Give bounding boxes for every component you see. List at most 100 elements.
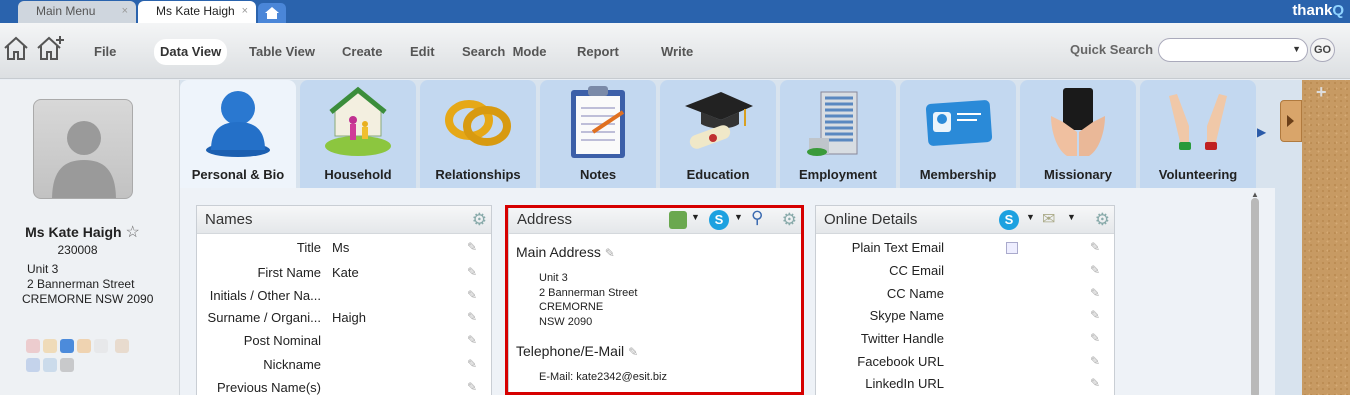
edit-pencil-icon[interactable]: ✎ xyxy=(628,345,638,359)
address-line-2: 2 Bannerman Street xyxy=(27,277,135,291)
home-add-icon[interactable] xyxy=(36,35,66,61)
menu-report[interactable]: Report xyxy=(571,39,625,65)
search-icon[interactable]: ⚲ xyxy=(751,208,763,228)
close-icon[interactable]: × xyxy=(122,1,128,22)
online-card-header: Online Details S ▼ ✉ ▼ ⚙ xyxy=(816,206,1114,234)
tab-main-menu[interactable]: Main Menu × xyxy=(18,1,136,23)
address-line-3: CREMORNE NSW 2090 xyxy=(22,292,154,306)
quick-search-input[interactable]: ▼ xyxy=(1158,38,1308,62)
edit-pencil-icon[interactable]: ✎ xyxy=(467,380,477,394)
details-panels: Names ⚙ Title Ms ✎ First Name Kate ✎ Initial… xyxy=(180,188,1275,395)
status-icon[interactable] xyxy=(60,339,74,353)
status-icon[interactable] xyxy=(26,358,40,372)
home-icon[interactable] xyxy=(3,35,29,61)
field-value[interactable]: Kate xyxy=(332,265,359,280)
chevron-down-icon[interactable]: ▼ xyxy=(691,212,700,222)
category-label: Notes xyxy=(579,167,617,182)
category-membership[interactable]: Membership xyxy=(900,80,1016,188)
edit-pencil-icon[interactable]: ✎ xyxy=(467,265,477,279)
status-icon[interactable] xyxy=(26,339,40,353)
tab-ms-kate-haigh[interactable]: Ms Kate Haigh × xyxy=(138,1,256,23)
field-value[interactable]: Haigh xyxy=(332,310,366,325)
field-title: Title Ms ✎ xyxy=(197,240,491,262)
category-relationships[interactable]: Relationships xyxy=(420,80,536,188)
telephone-email-heading: Telephone/E-Mail ✎ xyxy=(516,343,638,359)
go-button[interactable]: GO xyxy=(1310,38,1335,62)
office-building-icon xyxy=(807,91,858,156)
vertical-scrollbar[interactable] xyxy=(1251,198,1259,395)
category-label: Household xyxy=(324,167,392,182)
chevron-down-icon[interactable]: ▼ xyxy=(1292,44,1301,54)
person-bust-icon xyxy=(206,91,270,157)
edit-pencil-icon[interactable]: ✎ xyxy=(467,310,477,324)
brand-text: thank xyxy=(1292,2,1333,19)
edit-pencil-icon[interactable]: ✎ xyxy=(467,357,477,371)
clipboard-icon xyxy=(571,86,625,158)
gear-icon[interactable]: ⚙ xyxy=(472,210,487,230)
contact-id: 230008 xyxy=(57,243,98,257)
card-title: Address xyxy=(517,211,573,228)
main-menu-bar: File Data View Table View Create Edit Se… xyxy=(0,23,1350,79)
address-line-1: Unit 3 xyxy=(27,262,59,276)
menu-table-view[interactable]: Table View xyxy=(243,39,321,65)
favourite-star-icon[interactable]: ☆ xyxy=(126,224,140,241)
status-icon[interactable] xyxy=(77,339,91,353)
edit-pencil-icon[interactable]: ✎ xyxy=(1090,286,1100,300)
home-tab-button[interactable] xyxy=(258,3,286,23)
corkboard-toggle-handle[interactable] xyxy=(1280,100,1302,142)
edit-pencil-icon[interactable]: ✎ xyxy=(467,333,477,347)
raised-hands-icon xyxy=(1169,94,1227,150)
field-cc-name: CC Name ✎ xyxy=(816,286,1114,308)
close-icon[interactable]: × xyxy=(242,1,248,22)
gear-icon[interactable]: ⚙ xyxy=(1095,210,1110,230)
category-personal-bio[interactable]: Personal & Bio xyxy=(180,80,296,188)
skype-icon[interactable]: S xyxy=(999,210,1019,230)
chevron-down-icon[interactable]: ▼ xyxy=(1026,212,1035,222)
menu-data-view[interactable]: Data View xyxy=(154,39,228,65)
email-icon[interactable]: ✉ xyxy=(1042,209,1055,229)
category-household[interactable]: Household xyxy=(300,80,416,188)
menu-file[interactable]: File xyxy=(88,39,122,65)
edit-pencil-icon[interactable]: ✎ xyxy=(467,240,477,254)
ribbon-scroll-right-icon[interactable]: ▶ xyxy=(1257,125,1266,139)
category-volunteering[interactable]: Volunteering xyxy=(1140,80,1256,188)
status-icon[interactable] xyxy=(60,358,74,372)
category-missionary[interactable]: Missionary xyxy=(1020,80,1136,188)
add-icon[interactable]: + xyxy=(1316,82,1327,103)
status-icon[interactable] xyxy=(114,339,129,353)
field-label: Skype Name xyxy=(869,308,944,323)
record-content: Personal & Bio Household Relationships N… xyxy=(180,80,1302,395)
edit-pencil-icon[interactable]: ✎ xyxy=(1090,354,1100,368)
checkbox[interactable] xyxy=(1006,242,1018,254)
category-notes[interactable]: Notes xyxy=(540,80,656,188)
chevron-down-icon[interactable]: ▼ xyxy=(734,212,743,222)
menu-write[interactable]: Write xyxy=(655,39,699,65)
edit-pencil-icon[interactable]: ✎ xyxy=(467,288,477,302)
category-employment[interactable]: Employment xyxy=(780,80,896,188)
menu-search-mode[interactable]: Search Mode xyxy=(456,39,553,65)
edit-pencil-icon[interactable]: ✎ xyxy=(1090,263,1100,277)
house-family-icon xyxy=(325,86,391,156)
menu-edit[interactable]: Edit xyxy=(404,39,441,65)
membership-card-icon xyxy=(925,100,993,146)
category-ribbon: Personal & Bio Household Relationships N… xyxy=(180,80,1302,188)
field-label: Title xyxy=(296,240,321,255)
gear-icon[interactable]: ⚙ xyxy=(782,210,797,230)
avatar[interactable] xyxy=(33,99,133,199)
edit-pencil-icon[interactable]: ✎ xyxy=(1090,331,1100,345)
skype-icon[interactable]: S xyxy=(709,210,729,230)
map-icon[interactable] xyxy=(669,211,687,229)
wedding-rings-icon xyxy=(445,100,511,146)
email-line[interactable]: E-Mail: kate2342@esit.biz xyxy=(539,370,667,385)
menu-create[interactable]: Create xyxy=(336,39,388,65)
edit-pencil-icon[interactable]: ✎ xyxy=(605,246,615,260)
field-value[interactable]: Ms xyxy=(332,240,349,255)
chevron-down-icon[interactable]: ▼ xyxy=(1067,212,1076,222)
edit-pencil-icon[interactable]: ✎ xyxy=(1090,308,1100,322)
edit-pencil-icon[interactable]: ✎ xyxy=(1090,376,1100,390)
status-icon[interactable] xyxy=(43,358,57,372)
edit-pencil-icon[interactable]: ✎ xyxy=(1090,240,1100,254)
category-education[interactable]: Education xyxy=(660,80,776,188)
status-icon[interactable] xyxy=(43,339,57,353)
status-icon[interactable] xyxy=(94,339,108,353)
